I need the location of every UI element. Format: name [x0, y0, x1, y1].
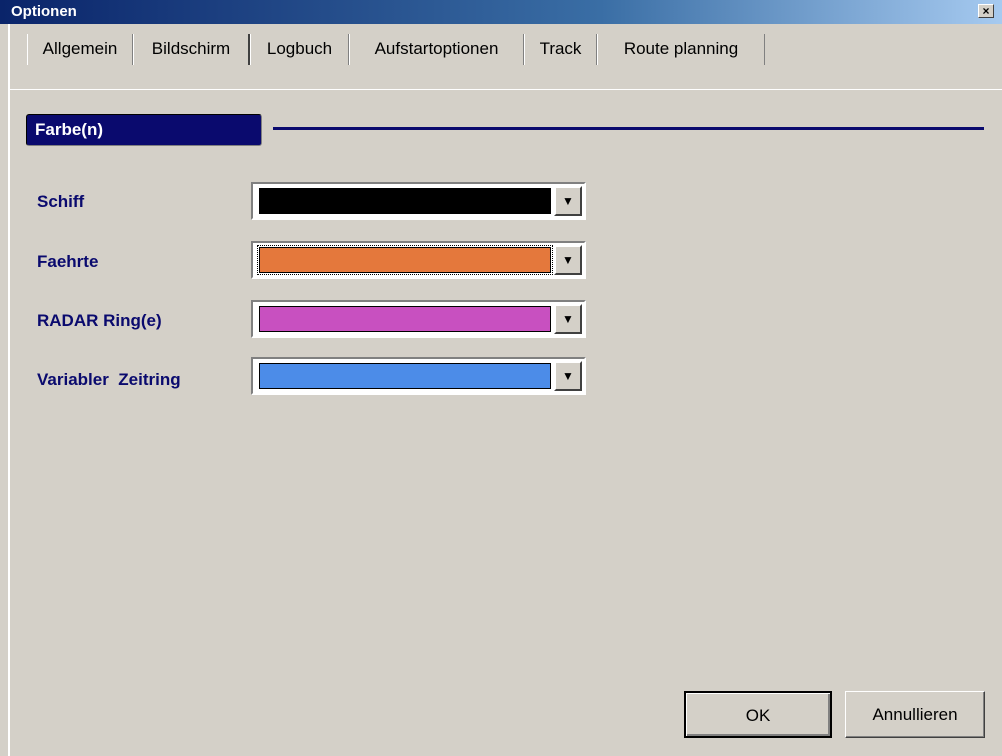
radar-ring-label: RADAR Ring(e)	[37, 311, 162, 330]
tab-allgemein[interactable]: Allgemein	[27, 34, 133, 65]
schiff-label: Schiff	[37, 192, 85, 211]
radar-ring-color-swatch	[259, 306, 551, 332]
window-title: Optionen	[11, 3, 77, 20]
chevron-down-icon[interactable]: ▼	[554, 304, 582, 334]
schiff-color-select[interactable]: ▼	[251, 182, 586, 220]
tab-aufstartoptionen[interactable]: Aufstartoptionen	[349, 34, 524, 65]
section-header: Farbe(n)	[26, 114, 262, 146]
section-divider	[273, 127, 984, 130]
tab-baseline	[10, 89, 1002, 90]
tab-bildschirm[interactable]: Bildschirm	[133, 34, 250, 65]
chevron-down-icon[interactable]: ▼	[554, 186, 582, 216]
close-icon[interactable]: ×	[978, 4, 994, 18]
faehrte-color-select[interactable]: ▼	[251, 241, 586, 279]
ok-button[interactable]: OK	[684, 691, 832, 738]
zeitring-label: Variabler Zeitring	[37, 370, 181, 389]
faehrte-color-swatch	[257, 245, 553, 275]
title-bar: Optionen ×	[0, 0, 1002, 24]
faehrte-label: Faehrte	[37, 252, 99, 271]
window-frame-left	[8, 24, 10, 756]
cancel-button[interactable]: Annullieren	[845, 691, 985, 738]
chevron-down-icon[interactable]: ▼	[554, 361, 582, 391]
zeitring-color-select[interactable]: ▼	[251, 357, 586, 395]
tab-track[interactable]: Track	[524, 34, 597, 65]
zeitring-color-swatch	[259, 363, 551, 389]
radar-ring-color-select[interactable]: ▼	[251, 300, 586, 338]
tab-route-planning[interactable]: Route planning	[597, 34, 765, 65]
chevron-down-icon[interactable]: ▼	[554, 245, 582, 275]
tab-logbuch[interactable]: Logbuch	[250, 34, 349, 65]
schiff-color-swatch	[259, 188, 551, 214]
